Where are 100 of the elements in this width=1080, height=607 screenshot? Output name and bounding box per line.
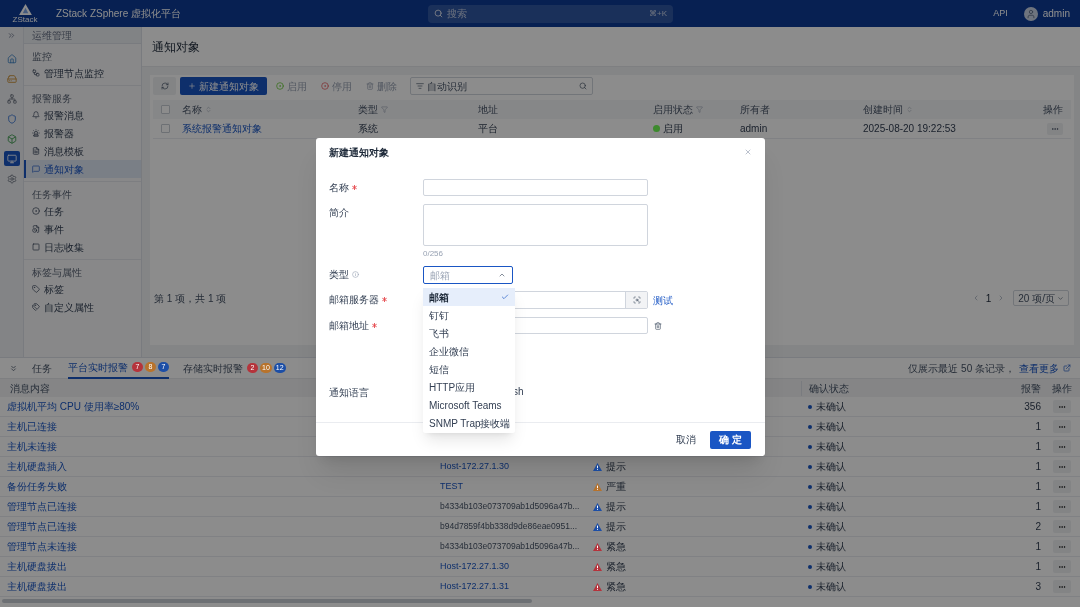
level-text: 严重 (606, 480, 626, 494)
alert-message-link[interactable]: 主机硬盘拔出 (7, 579, 67, 594)
alert-message-link[interactable]: 备份任务失败 (7, 479, 67, 494)
alert-message-link[interactable]: 虚拟机平均 CPU 使用率≥80% (7, 399, 140, 414)
test-link[interactable]: 测试 (653, 292, 673, 308)
toolbar-button[interactable]: 新建通知对象 (180, 77, 267, 95)
level-text: 提示 (606, 520, 626, 534)
alert-message-link[interactable]: 管理节点未连接 (7, 539, 77, 554)
more-button[interactable] (1052, 580, 1071, 593)
level-text: 提示 (606, 460, 626, 474)
more-button[interactable] (1047, 122, 1063, 135)
search-server-button[interactable] (625, 292, 647, 308)
dropdown-option[interactable]: 邮箱 (423, 288, 515, 306)
more-button[interactable] (1052, 540, 1071, 553)
page-size-select[interactable]: 20 项/页 (1013, 290, 1069, 306)
alert-message-link[interactable]: 主机已连接 (7, 419, 57, 434)
filter-search-field[interactable]: 自动识别 (410, 77, 593, 95)
table-cell-text: 356 (1024, 400, 1041, 414)
collapse-icon[interactable] (9, 363, 18, 373)
field-label: 邮箱服务器 (329, 293, 379, 307)
dropdown-option[interactable]: 企业微信 (423, 342, 515, 360)
view-more-link[interactable]: 查看更多 (1019, 360, 1059, 376)
description-textarea[interactable] (423, 204, 648, 246)
circle-dot-icon (276, 82, 284, 90)
sidebar-item[interactable]: 标签 (24, 280, 141, 298)
sidebar-item[interactable]: 通知对象 (24, 160, 141, 178)
column-header[interactable]: 创建时间 (863, 102, 903, 117)
level-text: 紧急 (606, 540, 626, 554)
sidebar-item[interactable]: 任务 (24, 202, 141, 220)
document-icon (32, 147, 40, 155)
more-button[interactable] (1052, 400, 1071, 413)
column-header[interactable]: 名称 (182, 102, 202, 117)
cancel-button[interactable]: 取消 (672, 430, 701, 449)
rail-item[interactable] (3, 151, 20, 166)
sidebar-item[interactable]: 报警消息 (24, 106, 141, 124)
alert-message-link[interactable]: 主机硬盘拔出 (7, 559, 67, 574)
table-cell-text: 2 (1035, 520, 1041, 534)
field-label: 名称 (329, 181, 349, 195)
more-button[interactable] (1052, 440, 1071, 453)
more-button[interactable] (1052, 420, 1071, 433)
shortcut-hint: ⌘+K (649, 7, 668, 20)
api-link[interactable]: API (993, 6, 1008, 21)
page-number[interactable]: 1 (985, 290, 992, 306)
name-link[interactable]: 系统报警通知对象 (182, 121, 262, 136)
panel-tab[interactable]: 任务 (32, 357, 54, 379)
external-link-icon[interactable] (1063, 364, 1071, 372)
dropdown-option[interactable]: Microsoft Teams (423, 396, 515, 414)
drive-icon (6, 73, 17, 84)
more-button[interactable] (1052, 560, 1071, 573)
column-header: 确认状态 (809, 382, 849, 394)
dropdown-option[interactable]: 短信 (423, 360, 515, 378)
more-button[interactable] (1052, 500, 1071, 513)
page-title: 通知对象 (152, 38, 200, 56)
expand-icon[interactable] (7, 31, 16, 40)
confirm-button[interactable]: 确 定 (710, 430, 751, 449)
refresh-icon (160, 82, 169, 90)
table-cell: b4334b103e073709ab1d5096a47b... (440, 500, 580, 513)
alert-message-link[interactable]: 主机硬盘插入 (7, 459, 67, 474)
dropdown-option[interactable]: SNMP Trap接收端 (423, 414, 515, 432)
more-button[interactable] (1052, 480, 1071, 493)
trash-icon[interactable] (654, 321, 662, 330)
type-select[interactable]: 邮箱 (423, 266, 513, 284)
dropdown-option[interactable]: 钉钉 (423, 306, 515, 324)
sidebar-item[interactable]: 事件 (24, 220, 141, 238)
filter-icon[interactable] (696, 106, 703, 113)
table-cell-text: 平台 (478, 122, 498, 136)
select-all-checkbox[interactable] (160, 105, 170, 114)
alert-message-link[interactable]: 主机未连接 (7, 439, 57, 454)
resource-link[interactable]: Host-172.27.1.30 (440, 559, 510, 574)
sidebar-item[interactable]: 管理节点监控 (24, 64, 141, 82)
pagination-summary: 第 1 项，共 1 项 (153, 291, 227, 306)
more-button[interactable] (1052, 460, 1071, 473)
more-button[interactable] (1052, 520, 1071, 533)
resource-link[interactable]: TEST (440, 479, 463, 494)
confirm-status: 未确认 (816, 480, 846, 494)
resource-link[interactable]: Host-172.27.1.30 (440, 459, 510, 474)
user-name[interactable]: admin (1042, 6, 1070, 21)
alert-message-link[interactable]: 管理节点已连接 (7, 519, 77, 534)
dropdown-option[interactable]: HTTP应用 (423, 378, 515, 396)
table-cell: b4334b103e073709ab1d5096a47b... (440, 540, 580, 553)
confirm-status: 未确认 (816, 460, 846, 474)
column-header[interactable]: 启用状态 (653, 102, 693, 117)
dropdown-option[interactable]: 飞书 (423, 324, 515, 342)
refresh-button[interactable] (153, 77, 176, 95)
column-header[interactable]: 类型 (358, 102, 378, 117)
alert-message-link[interactable]: 管理节点已连接 (7, 499, 77, 514)
filter-icon[interactable] (381, 106, 388, 113)
avatar[interactable] (1023, 6, 1038, 21)
sidebar-item[interactable]: 消息模板 (24, 142, 141, 160)
sidebar-item[interactable]: 报警器 (24, 124, 141, 142)
table-cell-text: admin (740, 122, 768, 136)
group-label: 监控 (32, 51, 52, 63)
sidebar-item[interactable]: 自定义属性 (24, 298, 141, 316)
sidebar-item[interactable]: 日志收集 (24, 238, 141, 256)
resource-link[interactable]: Host-172.27.1.31 (440, 579, 510, 594)
group-label: 任务事件 (32, 189, 72, 201)
column-header: 消息内容 (10, 381, 50, 396)
row-checkbox[interactable] (160, 124, 170, 133)
close-icon[interactable] (744, 148, 752, 156)
name-input[interactable] (423, 179, 648, 196)
